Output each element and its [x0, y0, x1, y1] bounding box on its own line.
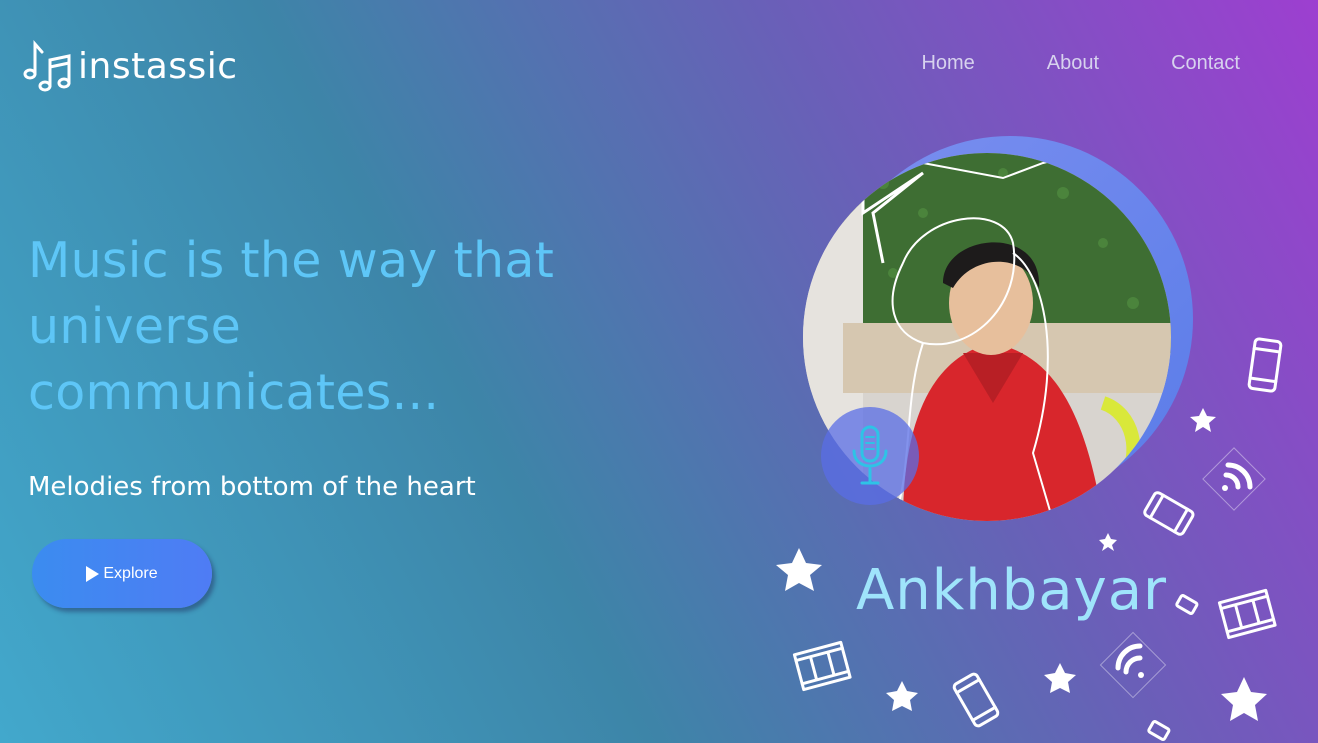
star-icon [1099, 533, 1117, 551]
star-icon [1044, 663, 1076, 693]
smartphone-icon [1175, 594, 1199, 615]
film-strip-icon [792, 640, 852, 692]
star-icon [1221, 677, 1267, 721]
decorative-icons [776, 337, 1283, 741]
play-icon [86, 565, 100, 582]
explore-label: Explore [103, 564, 158, 582]
music-notes-icon [23, 40, 71, 92]
wifi-icon [1202, 447, 1266, 511]
star-icon [886, 681, 918, 711]
main-nav: Home About Contact [921, 52, 1240, 75]
brand-logo[interactable]: instassic [22, 40, 238, 94]
brand-name: instassic [78, 46, 238, 87]
wifi-icon [1099, 631, 1167, 699]
smartphone-icon [1143, 491, 1195, 536]
explore-button[interactable]: Explore [32, 539, 212, 608]
hero-subheadline: Melodies from bottom of the heart [28, 472, 476, 502]
nav-home[interactable]: Home [921, 52, 974, 75]
smartphone-icon [1247, 337, 1283, 393]
nav-contact[interactable]: Contact [1171, 52, 1240, 75]
film-strip-icon [1217, 588, 1277, 640]
hero-headline: Music is the way that universe communica… [28, 232, 555, 421]
star-icon [776, 548, 822, 591]
smartphone-icon [1147, 720, 1171, 741]
nav-about[interactable]: About [1047, 52, 1099, 75]
star-icon [1190, 408, 1216, 432]
smartphone-icon [952, 672, 1000, 728]
